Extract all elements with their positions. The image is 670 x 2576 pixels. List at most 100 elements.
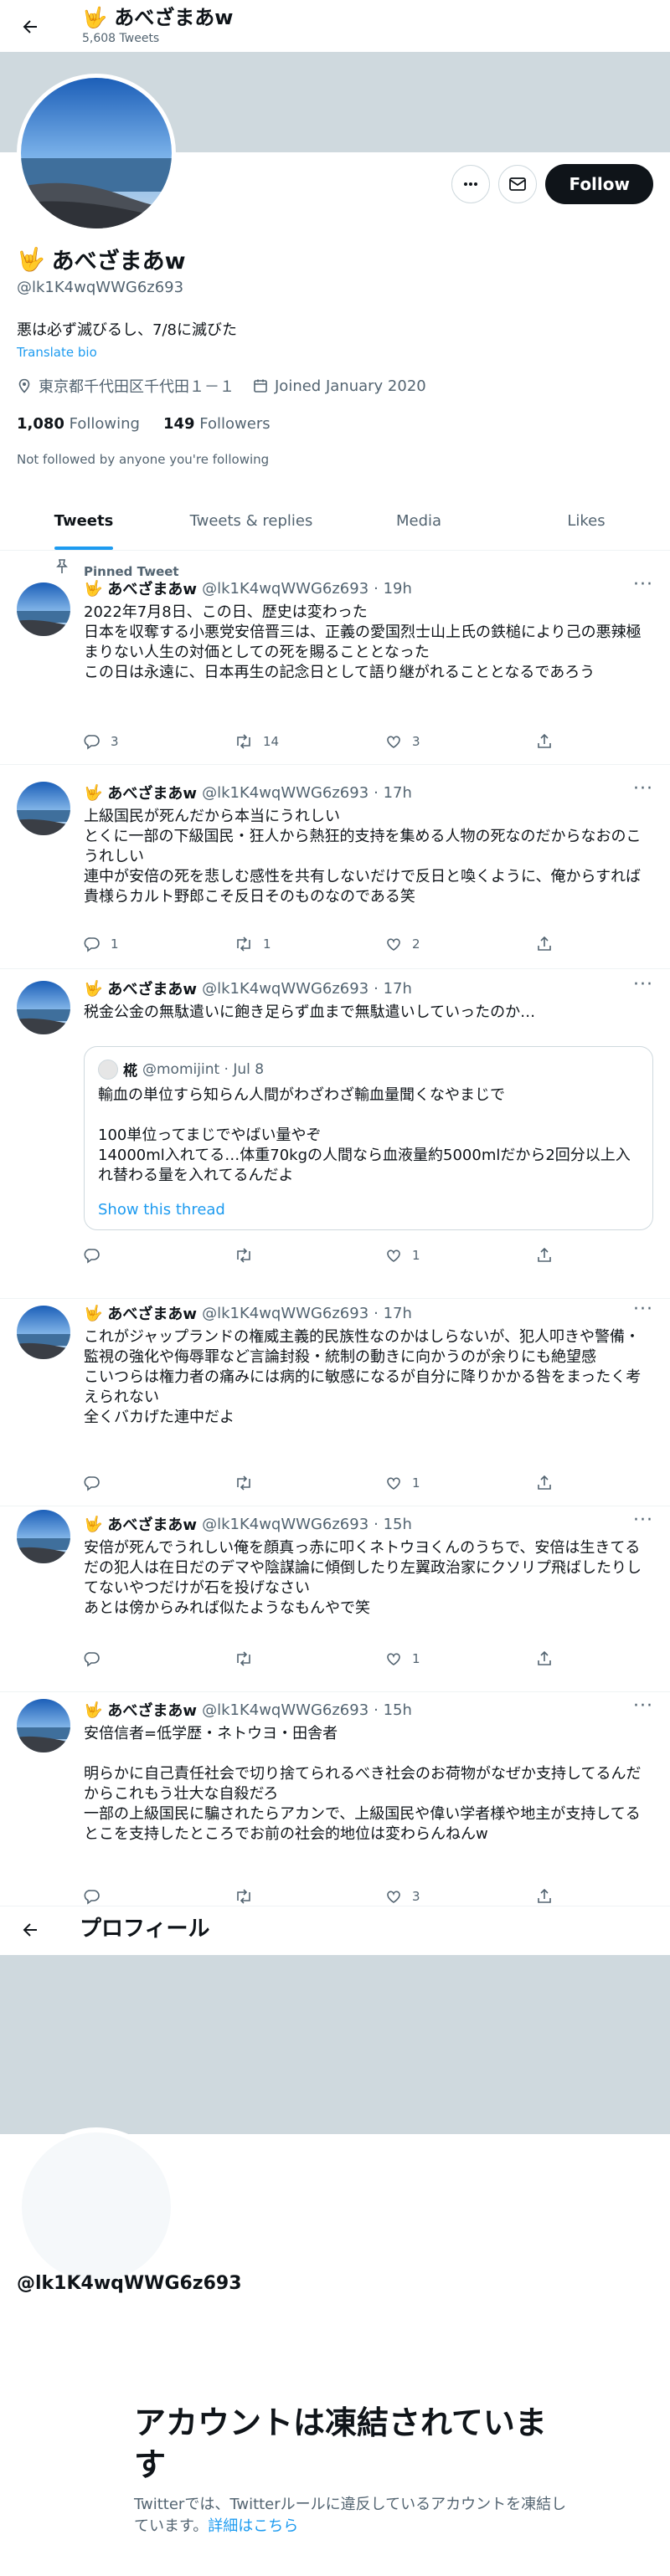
like-button[interactable]: 1 [385,1475,536,1491]
retweet-button[interactable] [234,1650,385,1667]
tweet-text: 上級国民が死んだから本当にうれしい とくに一部の下級国民・狂人から熱狂的支持を集… [84,808,642,906]
tweet-author[interactable]: あべざまあw [107,1302,197,1324]
tweet-handle: @lk1K4wqWWG6z693 [202,979,369,998]
reply-button[interactable]: 3 [84,733,234,750]
back-arrow-icon[interactable] [18,1918,42,1942]
tweet-avatar[interactable] [17,782,70,835]
tweet-author[interactable]: あべざまあw [107,978,197,999]
message-button[interactable] [498,165,538,203]
tab-likes[interactable]: Likes [502,492,670,550]
following-link[interactable]: 1,080 Following [17,415,140,433]
reply-icon [84,937,100,952]
reply-button[interactable] [84,1650,234,1667]
tweet-count: 5,608 Tweets [82,32,160,45]
tweet-time[interactable]: · 17h [374,784,412,802]
profile-handle: @lk1K4wqWWG6z693 [17,279,184,296]
tweet-avatar[interactable] [17,582,70,636]
quoted-tweet[interactable]: 椛 @momijint · Jul 8 輸血の単位すら知らん人間がわざわざ輸血量聞… [84,1046,653,1230]
tweet-header: 🤟 あべざまあw @lk1K4wqWWG6z693 · 19h [84,577,412,599]
reply-button[interactable] [84,1475,234,1491]
tweet-more-icon[interactable]: ··· [633,974,653,995]
envelope-icon [509,177,527,191]
details-link[interactable]: 詳細はこちら [208,2517,298,2535]
tweet-author[interactable]: あべざまあw [107,1699,197,1721]
share-button[interactable] [536,1475,586,1491]
reply-count: 1 [111,936,119,952]
share-button[interactable] [536,1650,586,1667]
tweet-header: 🤟 あべざまあw @lk1K4wqWWG6z693 · 15h [84,1699,412,1721]
retweet-button[interactable] [234,1247,385,1264]
tweet-avatar[interactable] [17,981,70,1034]
tweet-avatar[interactable] [17,1699,70,1752]
tweet-more-icon[interactable]: ··· [633,1299,653,1320]
like-button[interactable]: 3 [385,733,536,750]
share-button[interactable] [536,936,586,952]
tweet-author[interactable]: あべざまあw [107,782,197,803]
tweet-author[interactable]: あべざまあw [107,577,197,599]
location: 東京都千代田区千代田１－１ [17,375,234,397]
share-icon [538,1888,551,1903]
hand-emoji-icon: 🤟 [82,6,107,29]
hand-emoji-icon: 🤟 [84,1701,103,1719]
suspended-banner [0,1955,670,2134]
like-count: 2 [412,936,420,952]
translate-bio-link[interactable]: Translate bio [17,345,97,360]
tweet-more-icon[interactable]: ··· [633,778,653,799]
tweet-actions: 1 [84,1247,586,1264]
share-icon [538,1247,551,1262]
share-button[interactable] [536,1888,586,1905]
tweet-time[interactable]: · 15h [374,1701,412,1719]
reply-button[interactable] [84,1247,234,1264]
calendar-icon [254,379,267,393]
suspended-title: アカウントは凍結されています [134,2404,547,2483]
tweet-handle: @lk1K4wqWWG6z693 [202,783,369,802]
hand-emoji-icon: 🤟 [17,246,45,273]
back-arrow-icon[interactable] [18,15,42,38]
profile-info: 🤟 あべざまあw @lk1K4wqWWG6z693 [17,243,653,297]
tweet-handle: @lk1K4wqWWG6z693 [202,1515,369,1533]
tweet-time[interactable]: · 17h [374,980,412,998]
like-count: 3 [412,734,420,749]
retweet-button[interactable] [234,1888,385,1905]
share-button[interactable] [536,733,586,750]
profile-avatar[interactable] [17,74,176,233]
tweet-handle: @lk1K4wqWWG6z693 [202,1701,369,1719]
reply-button[interactable] [84,1888,234,1905]
tweet-time[interactable]: · 15h [374,1516,412,1533]
like-count: 1 [412,1248,420,1263]
like-button[interactable]: 1 [385,1650,536,1667]
tweet-avatar[interactable] [17,1306,70,1359]
tweet-header: 🤟 あべざまあw @lk1K4wqWWG6z693 · 17h [84,978,412,999]
tab-media[interactable]: Media [335,492,502,550]
retweet-button[interactable]: 14 [234,733,385,750]
tweet-more-icon[interactable]: ··· [633,1510,653,1531]
more-dots-icon [464,182,478,186]
follow-button[interactable]: Follow [545,164,653,204]
like-button[interactable]: 1 [385,1247,536,1264]
tweet-author[interactable]: あべざまあw [107,1513,197,1535]
tweet-time[interactable]: · 17h [374,1305,412,1322]
profile-bio: 悪は必ず滅びるし、7/8に滅びた [17,321,237,339]
reply-icon [84,735,100,750]
tweet-avatar[interactable] [17,1510,70,1563]
share-button[interactable] [536,1247,586,1264]
tweet-time[interactable]: · 19h [374,580,412,598]
retweet-button[interactable] [234,1475,385,1491]
like-button[interactable]: 2 [385,936,536,952]
show-thread-link[interactable]: Show this thread [98,1201,225,1219]
hand-emoji-icon: 🤟 [84,1515,103,1533]
header-name: 🤟 あべざまあw [82,6,234,29]
more-button[interactable] [451,165,491,203]
followers-link[interactable]: 149 Followers [163,415,271,433]
reply-button[interactable]: 1 [84,936,234,952]
heart-icon [387,1653,400,1665]
like-button[interactable]: 3 [385,1888,536,1905]
tweet-text: これがジャップランドの権威主義的民族性なのかはしらないが、犯人叩きや警備・監視の… [84,1328,642,1426]
tweet-more-icon[interactable]: ··· [633,574,653,595]
quote-avatar [98,1059,118,1080]
tab-tweets-replies[interactable]: Tweets & replies [168,492,335,550]
retweet-button[interactable]: 1 [234,936,385,952]
tweet-more-icon[interactable]: ··· [633,1696,653,1716]
tab-tweets[interactable]: Tweets [0,492,168,550]
suspended-handle: @lk1K4wqWWG6z693 [17,2273,242,2294]
